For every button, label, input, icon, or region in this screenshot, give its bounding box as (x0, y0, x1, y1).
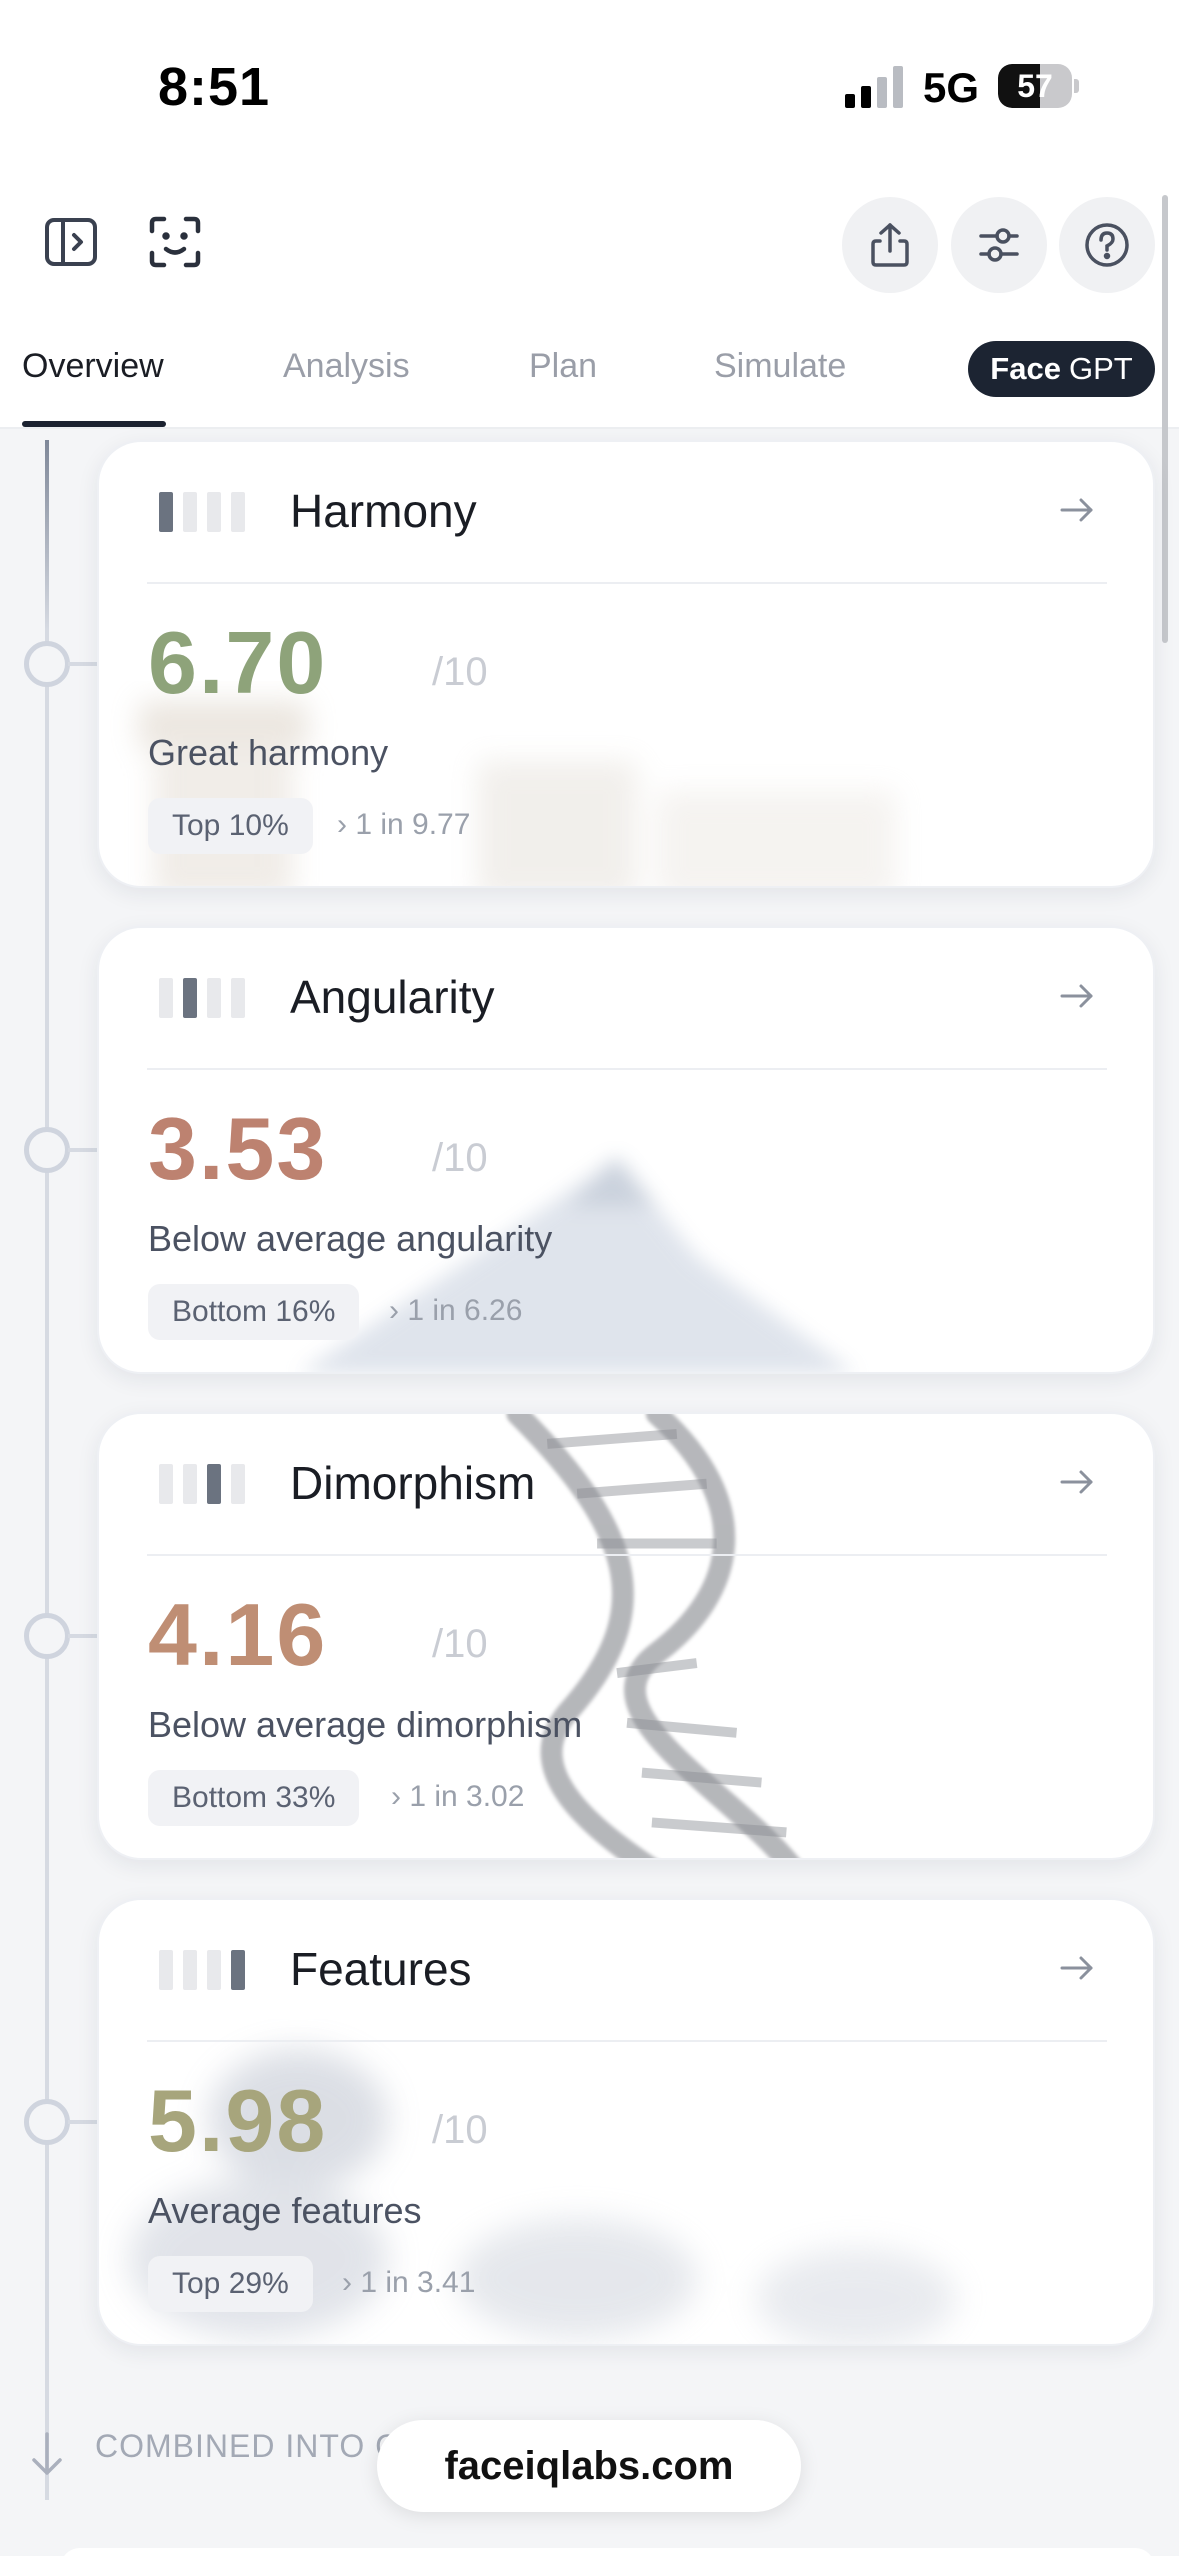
face-scan-icon[interactable] (140, 207, 210, 277)
score-value: 5.98 (148, 2071, 328, 2170)
tab-analysis[interactable]: Analysis (283, 347, 410, 386)
battery-level: 57 (1017, 68, 1053, 104)
category-level-icon (159, 978, 249, 1018)
angularity-card[interactable]: Angularity 3.53 /10 Below average angula… (97, 926, 1155, 1374)
arrow-right-icon[interactable] (1057, 976, 1097, 1016)
arrow-right-icon[interactable] (1057, 490, 1097, 530)
timeline-connector (68, 662, 98, 666)
timeline-connector (68, 1148, 98, 1152)
score-description: Below average dimorphism (148, 1704, 583, 1745)
active-tab-indicator (22, 421, 166, 427)
score-value: 4.16 (148, 1585, 328, 1684)
network-type: 5G (923, 64, 980, 111)
card-divider (147, 1554, 1107, 1556)
category-level-icon (159, 1464, 249, 1504)
harmony-card[interactable]: Harmony 6.70 /10 Great harmony Top 10% ›… (97, 440, 1155, 888)
status-bar: 8:51 5G 57 (0, 0, 1179, 175)
help-icon (1085, 223, 1129, 267)
card-title: Angularity (290, 971, 495, 1023)
score-max: /10 (432, 650, 488, 694)
score-max: /10 (432, 1136, 488, 1180)
card-title: Dimorphism (290, 1457, 536, 1509)
rank-badge: Top 10% (148, 798, 313, 854)
score-value: 3.53 (148, 1099, 328, 1198)
arrow-right-icon[interactable] (1057, 1948, 1097, 1988)
timeline-connector (68, 2120, 98, 2124)
card-header: Features (99, 1900, 1153, 2042)
category-level-icon (159, 492, 249, 532)
odds-text: › 1 in 3.02 (391, 1780, 525, 1813)
tab-bar: Overview Analysis Plan Simulate Face GPT (0, 325, 1179, 429)
signal-strength-icon (845, 66, 903, 108)
face-gpt-button[interactable]: Face GPT (968, 341, 1155, 397)
arrow-right-icon[interactable] (1057, 1462, 1097, 1502)
card-header: Harmony (99, 442, 1153, 584)
timeline-node (24, 1613, 70, 1659)
card-divider (147, 2040, 1107, 2042)
battery-icon: 57 (998, 64, 1079, 108)
website-url-pill[interactable]: faceiqlabs.com (377, 2420, 801, 2512)
odds-text: › 1 in 3.41 (342, 2266, 476, 2299)
facegpt-label-bold: Face (990, 351, 1061, 386)
sliders-icon (979, 228, 1019, 262)
filter-settings-button[interactable] (951, 197, 1047, 293)
tab-simulate[interactable]: Simulate (714, 347, 846, 386)
score-value: 6.70 (148, 613, 328, 712)
toolbar (0, 175, 1179, 325)
card-header: Angularity (99, 928, 1153, 1070)
share-button[interactable] (842, 197, 938, 293)
score-description: Great harmony (148, 732, 389, 773)
category-level-icon (159, 1950, 249, 1990)
tab-overview[interactable]: Overview (22, 347, 164, 386)
score-description: Below average angularity (148, 1218, 553, 1259)
score-description: Average features (148, 2190, 422, 2231)
rank-badge: Top 29% (148, 2256, 313, 2312)
card-title: Harmony (290, 485, 477, 537)
help-button[interactable] (1059, 197, 1155, 293)
arrow-down-icon (32, 2432, 62, 2475)
tab-plan[interactable]: Plan (529, 347, 597, 386)
card-title: Features (290, 1943, 472, 1995)
card-divider (147, 582, 1107, 584)
timeline-connector (68, 1634, 98, 1638)
score-max: /10 (432, 1622, 488, 1666)
combined-into-label: COMBINED INTO C (95, 2428, 400, 2464)
sidebar-toggle-icon[interactable] (36, 207, 106, 277)
odds-text: › 1 in 6.26 (389, 1294, 523, 1327)
share-icon (871, 223, 909, 267)
timeline-progress (45, 440, 49, 630)
rank-badge: Bottom 16% (148, 1284, 360, 1340)
dimorphism-card[interactable]: Dimorphism 4.16 /10 Below average dimorp… (97, 1412, 1155, 1860)
status-time: 8:51 (158, 57, 271, 117)
timeline-node (24, 2099, 70, 2145)
facegpt-label: GPT (1068, 351, 1133, 386)
next-card-edge (60, 2548, 1155, 2556)
card-divider (147, 1068, 1107, 1070)
timeline-node (24, 1127, 70, 1173)
rank-badge: Bottom 33% (148, 1770, 360, 1826)
scroll-indicator[interactable] (1162, 195, 1168, 643)
timeline-line (45, 440, 49, 2500)
odds-text: › 1 in 9.77 (337, 808, 471, 841)
card-header: Dimorphism (99, 1414, 1153, 1556)
timeline-node (24, 641, 70, 687)
features-card[interactable]: Features 5.98 /10 Average features Top 2… (97, 1898, 1155, 2346)
score-max: /10 (432, 2108, 488, 2152)
